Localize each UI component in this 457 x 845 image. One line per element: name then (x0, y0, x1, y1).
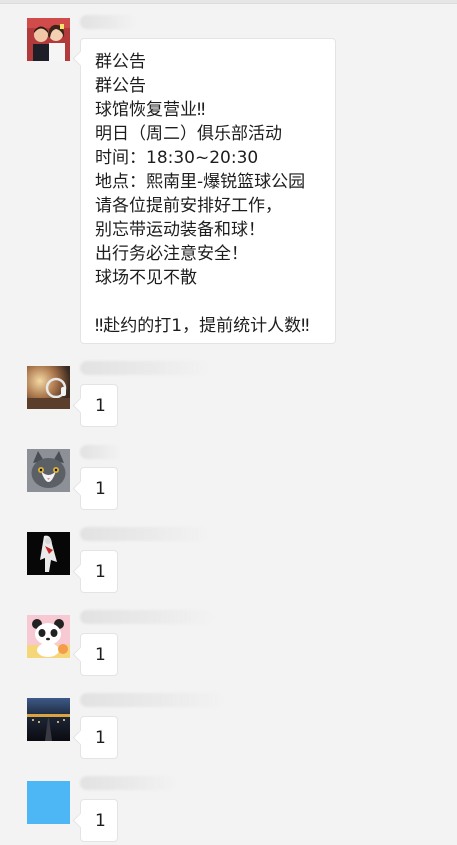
announcement-line: 群公告 (95, 52, 146, 72)
night-runway-avatar-icon[interactable] (27, 698, 70, 741)
announcement-line: 请各位提前安排好工作， (95, 196, 282, 216)
couple-photo-avatar-icon[interactable] (27, 18, 70, 61)
dark-figure-avatar-icon[interactable] (27, 532, 70, 575)
chat-message: 1 (0, 607, 457, 685)
announcement-line: 明日（周二）俱乐部活动 (95, 124, 282, 144)
chat-message: 1 (0, 524, 457, 602)
sender-name-redacted[interactable] (80, 610, 214, 624)
sender-name-redacted[interactable] (80, 693, 224, 707)
reply-bubble[interactable]: 1 (80, 467, 118, 510)
blue-square-avatar-icon[interactable] (27, 781, 70, 824)
reply-text: 1 (95, 479, 106, 499)
reply-bubble[interactable]: 1 (80, 384, 118, 427)
sender-name-redacted[interactable] (80, 361, 208, 375)
chat-message-list[interactable]: 群公告 群公告 球馆恢复营业‼ 明日（周二）俱乐部活动 时间：18:30~20:… (0, 0, 457, 845)
reply-bubble[interactable]: 1 (80, 716, 118, 759)
announcement-line: 球场不见不散 (95, 268, 197, 288)
panda-cartoon-avatar-icon[interactable] (27, 615, 70, 658)
chat-message: 1 (0, 690, 457, 768)
sender-name-redacted[interactable] (80, 776, 176, 790)
sender-name-redacted[interactable] (80, 527, 208, 541)
announcement-bubble[interactable]: 群公告 群公告 球馆恢复营业‼ 明日（周二）俱乐部活动 时间：18:30~20:… (80, 38, 336, 344)
announcement-line: 地点：熙南里-爆锐篮球公园 (95, 172, 306, 192)
cat-photo-avatar-icon[interactable] (27, 449, 70, 492)
headphones-photo-avatar-icon[interactable] (27, 366, 70, 409)
reply-bubble[interactable]: 1 (80, 633, 118, 676)
reply-text: 1 (95, 396, 106, 416)
reply-text: 1 (95, 811, 106, 831)
chat-message: 群公告 群公告 球馆恢复营业‼ 明日（周二）俱乐部活动 时间：18:30~20:… (0, 0, 457, 350)
reply-text: 1 (95, 645, 106, 665)
sender-name-redacted[interactable] (80, 15, 136, 29)
reply-bubble[interactable]: 1 (80, 799, 118, 842)
sender-name-redacted[interactable] (80, 445, 120, 459)
chat-message: 1 (0, 358, 457, 436)
reply-bubble[interactable]: 1 (80, 550, 118, 593)
chat-message: 1 (0, 773, 457, 845)
announcement-line: 别忘带运动装备和球！ (95, 220, 265, 240)
announcement-line: ‼赴约的打1，提前统计人数‼ (95, 316, 310, 336)
chat-message: 1 (0, 441, 457, 519)
announcement-line: 时间：18:30~20:30 (95, 148, 259, 168)
reply-text: 1 (95, 562, 106, 582)
announcement-blank-line (95, 290, 325, 314)
reply-text: 1 (95, 728, 106, 748)
announcement-line: 群公告 (95, 76, 146, 96)
announcement-line: 球馆恢复营业‼ (95, 100, 206, 120)
announcement-line: 出行务必注意安全！ (95, 244, 248, 264)
